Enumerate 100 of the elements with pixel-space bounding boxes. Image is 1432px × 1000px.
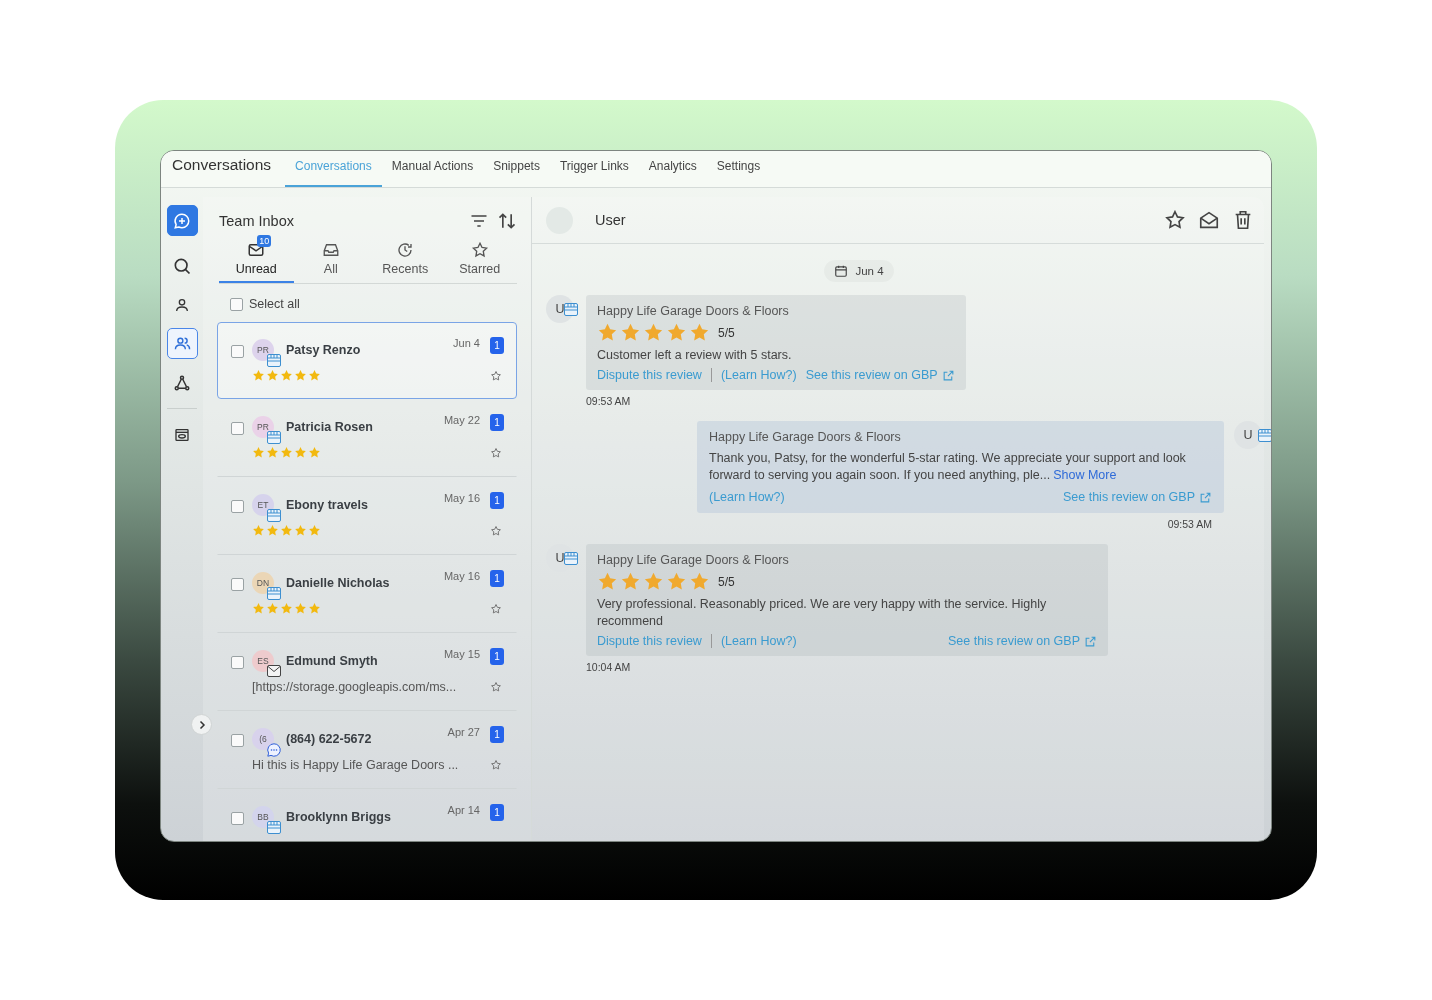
star-icon[interactable]: [1164, 209, 1186, 231]
checkbox[interactable]: [231, 422, 244, 435]
rail-team-button[interactable]: [166, 328, 198, 359]
date-label: May 16: [443, 492, 480, 504]
avatar: BB: [252, 806, 274, 828]
filter-tab[interactable]: 10 Unread: [219, 239, 294, 283]
star-icon[interactable]: [490, 602, 502, 615]
conversation-item[interactable]: (6 (864) 622-5672 Apr 27 1 Hi this is Happy Life Garage Doors ...: [217, 711, 517, 789]
star-icon[interactable]: [490, 369, 502, 382]
filter-tab[interactable]: Starred: [442, 239, 517, 283]
conversation-item[interactable]: DN Danielle Nicholas May 16 1: [217, 555, 517, 633]
checkbox[interactable]: [231, 734, 244, 747]
store-icon: [267, 431, 281, 444]
external-link-icon: [1084, 634, 1097, 648]
star-icon[interactable]: [490, 446, 502, 459]
star-icon: [666, 322, 687, 343]
unread-badge: 1: [490, 804, 504, 821]
unread-badge: 1: [490, 648, 504, 665]
contact-name: Edmund Smyth: [286, 654, 379, 668]
conversation-item[interactable]: BB Brooklynn Briggs Apr 14 1: [217, 789, 517, 841]
star-icon: [620, 571, 641, 592]
store-icon: [564, 303, 578, 316]
store-icon: [267, 587, 281, 600]
sort-icon[interactable]: [497, 211, 517, 231]
business-name: Happy Life Garage Doors & Floors: [709, 430, 902, 444]
filter-tab[interactable]: Recents: [368, 239, 443, 283]
select-all-label: Select all: [249, 297, 300, 311]
message-text: Very professional. Reasonably priced. We are very happy with the service. Highly recommend: [597, 596, 1048, 630]
star-icon: [280, 602, 293, 615]
star-icon: [294, 602, 307, 615]
store-icon: [267, 509, 281, 522]
store-icon: [267, 821, 281, 834]
nodes-icon: [173, 373, 191, 392]
show-more-link[interactable]: Show More: [1053, 468, 1117, 482]
star-icon: [280, 446, 293, 459]
count-badge: 10: [257, 235, 272, 247]
conversation-item[interactable]: ET Ebony travels May 16 1: [217, 477, 517, 555]
mail-icon: [267, 665, 281, 677]
contact-name: Danielle Nicholas: [286, 576, 391, 590]
star-icon: [252, 524, 265, 537]
date-label: Apr 14: [447, 804, 480, 816]
star-icon: [643, 571, 664, 592]
checkbox[interactable]: [231, 812, 244, 825]
star-icon: [280, 524, 293, 537]
star-icon: [620, 322, 641, 343]
avatar: PR: [252, 416, 274, 438]
store-icon: [267, 354, 281, 367]
checkbox[interactable]: [230, 297, 243, 311]
star-icon[interactable]: [490, 524, 502, 537]
new-chat-icon: [173, 211, 191, 230]
nav-tab[interactable]: Settings: [706, 151, 771, 187]
nav-tab[interactable]: Analytics: [638, 151, 707, 187]
star-icon: [252, 369, 265, 382]
external-link-icon: [1199, 490, 1212, 504]
conversation-item[interactable]: PR Patricia Rosen May 22 1: [217, 399, 517, 477]
checkbox[interactable]: [231, 500, 244, 513]
star-icon: [266, 524, 279, 537]
star-icon: [266, 602, 279, 615]
avatar: PR: [252, 339, 274, 361]
message-text: Customer left a review with 5 stars.: [597, 347, 793, 364]
star-icon: [308, 524, 321, 537]
contact-name: (864) 622-5672: [286, 732, 373, 746]
star-icon: [643, 322, 664, 343]
conversation-item[interactable]: ES Edmund Smyth May 15 1 [https://storage.googleapis.com/ms...: [217, 633, 517, 711]
message-time: 10:04 AM: [586, 661, 632, 673]
checkbox[interactable]: [231, 656, 244, 669]
star-icon: [689, 322, 710, 343]
date-label: May 22: [443, 414, 480, 426]
avatar: ET: [252, 494, 274, 516]
store-icon: [1258, 429, 1271, 442]
business-name: Happy Life Garage Doors & Floors: [597, 553, 790, 567]
star-icon[interactable]: [490, 759, 502, 771]
star-icon: [597, 571, 618, 592]
nav-tab[interactable]: Manual Actions: [381, 151, 484, 187]
checkbox[interactable]: [231, 578, 244, 591]
mail-open-icon[interactable]: [1198, 209, 1220, 231]
nav-tab[interactable]: Trigger Links: [549, 151, 639, 187]
message-preview: Hi this is Happy Life Garage Doors ...: [252, 758, 459, 772]
contact-name: Ebony travels: [286, 498, 369, 512]
star-icon: [294, 369, 307, 382]
store-icon: [564, 552, 578, 565]
unread-badge: 1: [490, 570, 504, 587]
clock-icon: [396, 241, 415, 259]
filter-tab[interactable]: All: [293, 239, 368, 283]
date-label: Apr 27: [447, 726, 480, 738]
rating-score: 5/5: [718, 574, 735, 589]
nav-tab[interactable]: Snippets: [483, 151, 550, 187]
rail-compose-button[interactable]: [166, 205, 198, 236]
external-link-icon: [941, 368, 955, 382]
avatar: ES: [252, 650, 274, 672]
star-icon: [266, 369, 279, 382]
checkbox[interactable]: [231, 345, 244, 358]
star-icon: [308, 369, 321, 382]
star-icon[interactable]: [490, 681, 502, 693]
star-icon: [308, 602, 321, 615]
message-text: Thank you, Patsy, for the wonderful 5-star rating. We appreciate your support and look forward to serving you again soon. If you need anything, ple... Show More: [709, 450, 1187, 484]
person-icon: [174, 296, 190, 313]
date-label: May 16: [443, 570, 480, 582]
conversation-item[interactable]: PR Patsy Renzo Jun 4 1: [217, 322, 517, 399]
expand-button[interactable]: [191, 714, 212, 735]
